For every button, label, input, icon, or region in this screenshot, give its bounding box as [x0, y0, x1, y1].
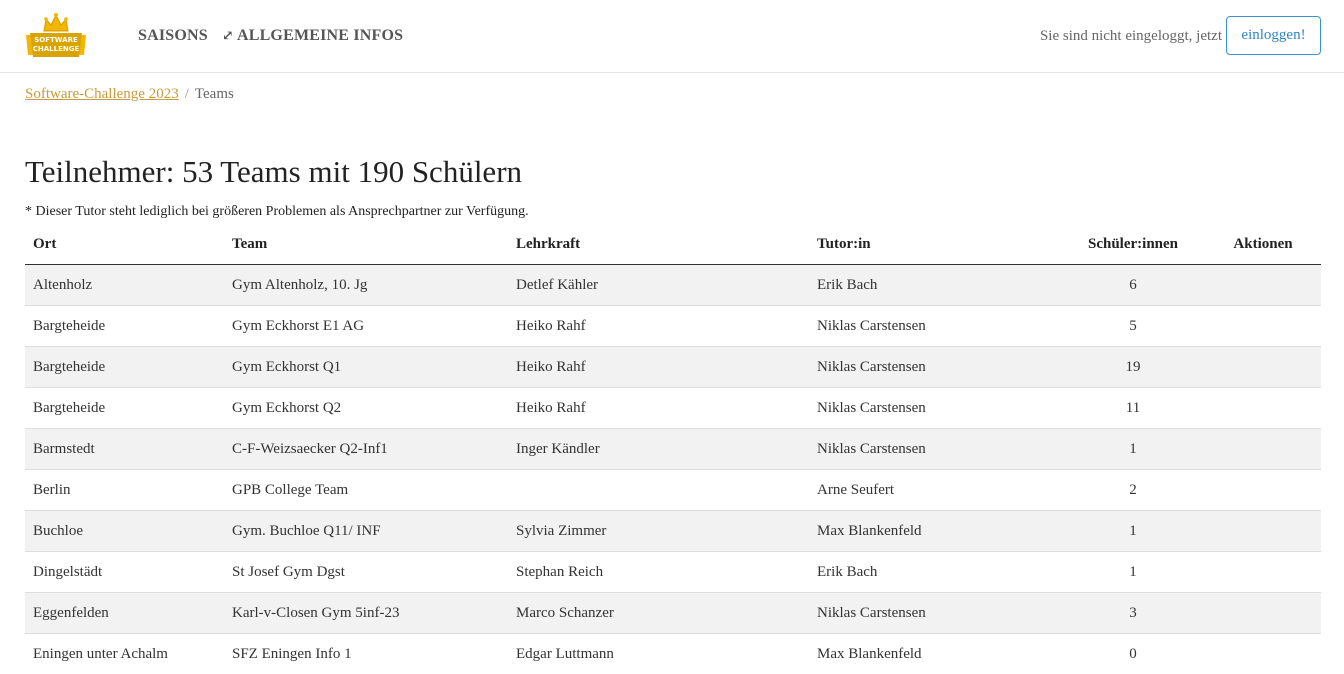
table-row: Bargteheide Gym Eckhorst E1 AG Heiko Rahf N… [25, 305, 1321, 347]
table-row: Buchloe Gym. Buchloe Q11/ INF Sylvia Zimme… [25, 510, 1321, 552]
cell-aktionen [1205, 387, 1321, 429]
cell-schueler: 2 [1061, 469, 1205, 511]
cell-schueler: 19 [1061, 346, 1205, 388]
header-tutor[interactable]: Tutor:in [809, 224, 1061, 265]
login-status-text: Sie sind nicht eingeloggt, jetzt [1039, 28, 1222, 44]
cell-aktionen [1205, 265, 1321, 306]
cell-ort: Eningen unter Achalm [25, 633, 224, 674]
cell-team: Karl-v-Closen Gym 5inf-23 [224, 592, 508, 634]
cell-tutor: Max Blankenfeld [809, 510, 1061, 552]
cell-ort: Dingelstädt [25, 551, 224, 593]
cell-team: GPB College Team [224, 469, 508, 511]
cell-aktionen [1205, 551, 1321, 593]
cell-aktionen [1205, 592, 1321, 634]
cell-team: Gym Altenholz, 10. Jg [232, 276, 368, 293]
navbar: SOFTWARE CHALLENGE SAISONS ⤢ ALLGEMEINE I… [0, 0, 1344, 73]
cell-aktionen [1205, 633, 1321, 674]
header-schueler[interactable]: Schüler:innen [1061, 224, 1205, 265]
cell-lehrkraft: Inger Kändler [508, 428, 809, 470]
cell-ort: Bargteheide [25, 305, 224, 347]
breadcrumb-separator: / [184, 86, 189, 102]
table-row: Barmstedt C-F-Weizsaecker Q2-Inf1 Inger Kä… [25, 428, 1321, 470]
cell-lehrkraft: Sylvia Zimmer [508, 510, 809, 552]
cell-tutor: Erik Bach [817, 276, 878, 293]
cell-team: Gym. Buchloe Q11/ INF [224, 510, 508, 552]
cell-tutor: Erik Bach [809, 551, 1061, 593]
cell-team: Gym Eckhorst Q2 [224, 387, 508, 429]
header-team[interactable]: Team [224, 224, 508, 265]
cell-team: C-F-Weizsaecker Q2-Inf1 [224, 428, 508, 470]
svg-text:SOFTWARE: SOFTWARE [34, 36, 78, 44]
table-header-row: Ort Team Lehrkraft Tutor:in Schüler:inne… [25, 224, 1321, 265]
breadcrumb-season-link[interactable]: Software-Challenge 2023 [25, 86, 179, 102]
cell-lehrkraft [508, 469, 809, 511]
login-button[interactable]: einloggen! [1226, 16, 1321, 55]
svg-text:CHALLENGE: CHALLENGE [33, 45, 80, 53]
cell-schueler: 5 [1061, 305, 1205, 347]
nav-allgemeine-infos-label: ALLGEMEINE INFOS [236, 27, 404, 44]
cell-ort: Bargteheide [25, 346, 224, 388]
table-row: Berlin GPB College Team Arne Seufert 2 [25, 469, 1321, 511]
cell-lehrkraft: Heiko Rahf [508, 346, 809, 388]
tutor-note: * Dieser Tutor steht lediglich bei größe… [25, 204, 529, 219]
cell-schueler: 1 [1061, 510, 1205, 552]
cell-ort: Bargteheide [25, 387, 224, 429]
cell-tutor: Niklas Carstensen [809, 305, 1061, 347]
nav-allgemeine-infos-link[interactable]: ⤢ ALLGEMEINE INFOS [222, 27, 403, 45]
cell-schueler: 1 [1061, 428, 1205, 470]
cell-lehrkraft: Edgar Luttmann [508, 633, 809, 674]
page-title: Teilnehmer: 53 Teams mit 190 Schülern [25, 154, 523, 189]
cell-lehrkraft: Marco Schanzer [508, 592, 809, 634]
external-link-icon: ⤢ [222, 29, 234, 44]
teams-table: Ort Team Lehrkraft Tutor:in Schüler:inne… [25, 224, 1321, 674]
cell-ort: Eggenfelden [25, 592, 224, 634]
cell-team: SFZ Eningen Info 1 [224, 633, 508, 674]
cell-lehrkraft: Detlef Kähler [516, 276, 599, 293]
cell-lehrkraft: Heiko Rahf [508, 387, 809, 429]
cell-aktionen [1205, 510, 1321, 552]
cell-team: Gym Eckhorst E1 AG [224, 305, 508, 347]
table-row: Bargteheide Gym Eckhorst Q1 Heiko Rahf Nikl… [25, 346, 1321, 388]
nav-saisons-link[interactable]: SAISONS [138, 27, 208, 45]
cell-lehrkraft: Heiko Rahf [508, 305, 809, 347]
cell-lehrkraft: Stephan Reich [508, 551, 809, 593]
breadcrumb: Software-Challenge 2023 / Teams [25, 86, 234, 103]
breadcrumb-current: Teams [194, 86, 234, 102]
table-row: Dingelstädt St Josef Gym Dgst Stephan Reic… [25, 551, 1321, 593]
cell-ort: Buchloe [25, 510, 224, 552]
table-row: Eningen unter Achalm SFZ Eningen Info 1 Ed… [25, 633, 1321, 674]
cell-tutor: Niklas Carstensen [809, 428, 1061, 470]
cell-ort: Berlin [25, 469, 224, 511]
cell-ort: Altenholz [33, 276, 93, 293]
cell-tutor: Niklas Carstensen [809, 387, 1061, 429]
cell-team: Gym Eckhorst Q1 [224, 346, 508, 388]
header-ort[interactable]: Ort [25, 224, 224, 265]
cell-schueler: 6 [1129, 276, 1137, 293]
cell-tutor: Max Blankenfeld [809, 633, 1061, 674]
cell-aktionen [1205, 428, 1321, 470]
header-lehrkraft[interactable]: Lehrkraft [508, 224, 809, 265]
software-challenge-logo[interactable]: SOFTWARE CHALLENGE [24, 11, 88, 61]
cell-tutor: Arne Seufert [809, 469, 1061, 511]
cell-aktionen [1205, 469, 1321, 511]
cell-team: St Josef Gym Dgst [224, 551, 508, 593]
header-aktionen: Aktionen [1205, 224, 1321, 265]
cell-schueler: 0 [1061, 633, 1205, 674]
cell-schueler: 11 [1061, 387, 1205, 429]
table-row: Eggenfelden Karl-v-Closen Gym 5inf-23 Marc… [25, 592, 1321, 634]
table-row: Bargteheide Gym Eckhorst Q2 Heiko Rahf Nikl… [25, 387, 1321, 429]
cell-aktionen [1205, 346, 1321, 388]
cell-ort: Barmstedt [25, 428, 224, 470]
table-row: Altenholz Gym Altenholz, 10. Jg Detlef Käh… [25, 264, 1321, 306]
cell-aktionen [1205, 305, 1321, 347]
cell-schueler: 3 [1061, 592, 1205, 634]
cell-tutor: Niklas Carstensen [809, 346, 1061, 388]
cell-schueler: 1 [1061, 551, 1205, 593]
cell-tutor: Niklas Carstensen [809, 592, 1061, 634]
